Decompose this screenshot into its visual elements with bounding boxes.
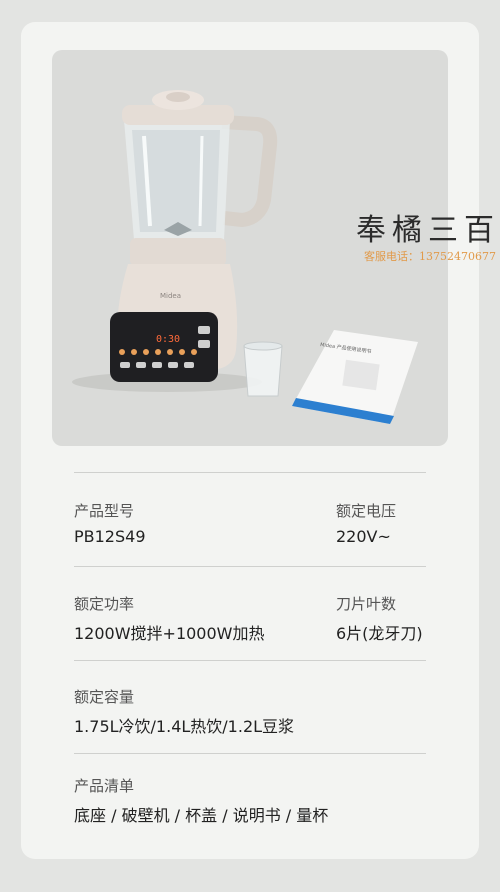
contents-label: 产品清单	[74, 777, 135, 795]
blades-value: 6片(龙牙刀)	[336, 624, 423, 643]
watermark-title: 奉橘三百	[356, 213, 500, 248]
model-label: 产品型号	[74, 502, 135, 520]
model-value: PB12S49	[74, 527, 146, 546]
divider	[74, 660, 426, 661]
voltage-value: 220V~	[336, 527, 391, 546]
divider	[74, 753, 426, 754]
svg-text:Midea: Midea	[160, 292, 181, 300]
capacity-value: 1.75L冷饮/1.4L热饮/1.2L豆浆	[74, 717, 295, 736]
watermark-contact: 客服电话：13752470677	[364, 250, 496, 263]
contents-value: 底座 / 破壁机 / 杯盖 / 说明书 / 量杯	[74, 806, 329, 825]
svg-text:0:30: 0:30	[156, 334, 180, 345]
divider	[74, 566, 426, 567]
voltage-label: 额定电压	[336, 502, 397, 520]
power-label: 额定功率	[74, 595, 135, 613]
capacity-label: 额定容量	[74, 688, 135, 706]
blades-label: 刀片叶数	[336, 595, 397, 613]
power-value: 1200W搅拌+1000W加热	[74, 624, 265, 643]
divider	[74, 472, 426, 473]
